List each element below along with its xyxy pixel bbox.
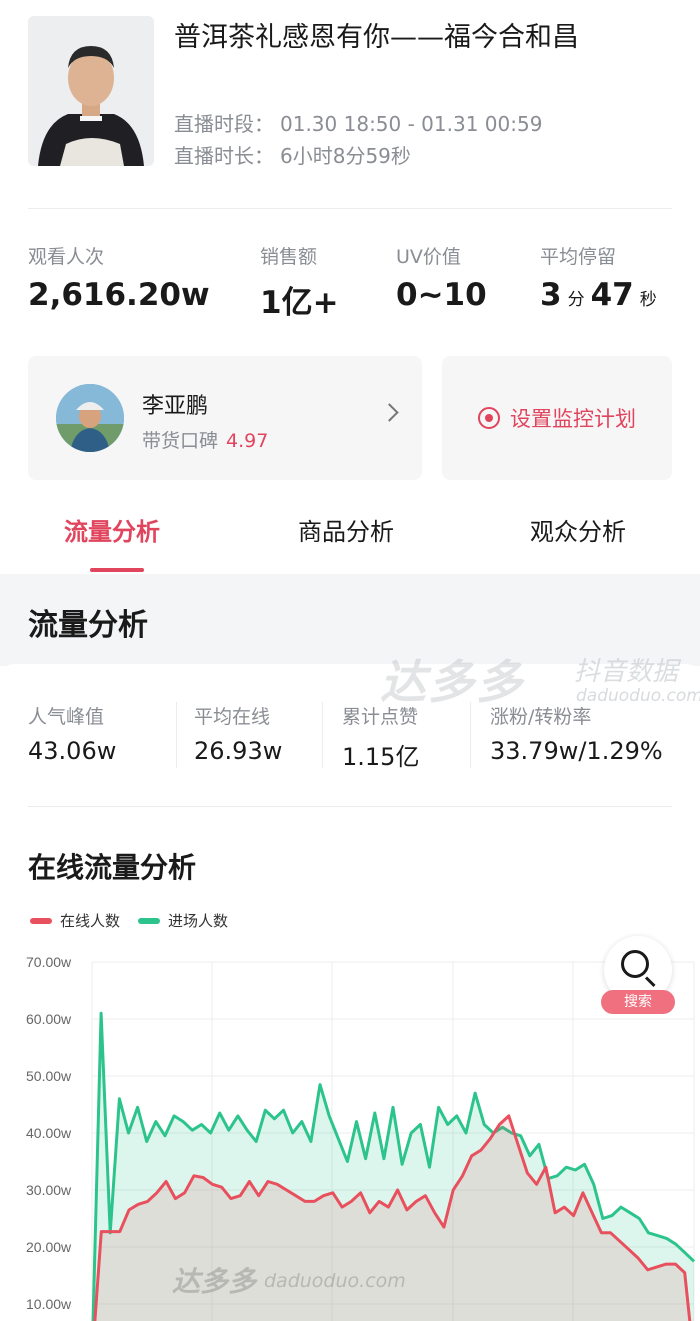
traffic-stat-value: 33.79w/1.29% [490, 737, 663, 765]
legend-online[interactable]: 在线人数 [30, 910, 120, 931]
divider [176, 702, 177, 768]
traffic-stat-peak: 人气峰值 43.06w [28, 702, 116, 765]
section-title: 流量分析 [28, 608, 148, 643]
stat-label: 平均停留 [540, 246, 617, 268]
y-tick-label: 40.00w [26, 1125, 72, 1141]
traffic-stat-label: 累计点赞 [342, 706, 419, 728]
stat-views: 观看人次 2,616.20w [28, 242, 210, 313]
stat-value: 3 分 47 秒 [540, 277, 663, 313]
rating-score: 4.97 [226, 430, 269, 452]
search-badge[interactable]: 搜索 [601, 990, 675, 1014]
set-monitor-plan-button[interactable]: 设置监控计划 [442, 356, 672, 480]
stat-value: 0~10 [396, 277, 487, 313]
stay-minutes: 3 [540, 277, 562, 313]
live-title: 普洱茶礼感恩有你——福今合和昌 [174, 22, 579, 53]
stat-avg-stay: 平均停留 3 分 47 秒 [540, 242, 663, 313]
traffic-stat-label: 平均在线 [194, 706, 271, 728]
live-stats: 观看人次 2,616.20w 销售额 1亿+ UV价值 0~10 平均停留 3分… [0, 242, 700, 322]
search-icon-handle [644, 976, 656, 988]
anchor-card[interactable]: 李亚鹏 带货口碑 4.97 [28, 356, 422, 480]
chart-legend: 在线人数 进场人数 [30, 910, 246, 931]
divider [470, 702, 471, 768]
live-header: 普洱茶礼感恩有你——福今合和昌 直播时段： 01.30 18:50 - 01.31… [0, 0, 700, 208]
rating-label: 带货口碑 [142, 430, 219, 452]
tab-audience[interactable]: 观众分析 [530, 512, 626, 547]
legend-swatch-online [30, 917, 52, 924]
y-tick-label: 20.00w [26, 1239, 72, 1255]
active-tab-indicator [90, 568, 144, 572]
minutes-unit: 分 [567, 290, 585, 310]
host-avatar[interactable] [28, 16, 154, 166]
time-range-value: 01.30 18:50 - 01.31 00:59 [280, 112, 543, 136]
traffic-stat-likes: 累计点赞 1.15亿 [342, 702, 419, 772]
online-traffic-chart[interactable]: 10.00w 20.00w 30.00w 40.00w 50.00w 60.00w 70.0… [0, 940, 700, 1321]
duration-label: 直播时长： [174, 144, 274, 168]
traffic-stat-value: 1.15亿 [342, 743, 420, 771]
traffic-stat-avg-online: 平均在线 26.93w [194, 702, 282, 765]
y-tick-label: 10.00w [26, 1296, 72, 1312]
stat-sales: 销售额 1亿+ [260, 242, 339, 322]
stat-value: 1亿+ [260, 285, 339, 321]
y-tick-label: 60.00w [26, 1011, 72, 1027]
y-tick-label: 50.00w [26, 1068, 72, 1084]
watermark-logo: 达多多 [172, 1265, 257, 1298]
watermark-subtitle: 抖音数据 [574, 657, 679, 687]
stat-value: 2,616.20w [28, 277, 210, 313]
chart-title: 在线流量分析 [28, 851, 197, 884]
tab-products[interactable]: 商品分析 [298, 512, 394, 547]
stat-label: 观看人次 [28, 246, 105, 268]
tab-traffic[interactable]: 流量分析 [64, 512, 160, 547]
divider [28, 208, 672, 209]
analysis-tabs: 流量分析 商品分析 观众分析 [0, 506, 700, 574]
traffic-stat-followers: 涨粉/转粉率 33.79w/1.29% [490, 702, 663, 765]
legend-label: 在线人数 [60, 912, 121, 930]
stat-label: 销售额 [260, 246, 318, 268]
anchor-name: 李亚鹏 [142, 394, 209, 419]
anchor-rating: 带货口碑 4.97 [142, 426, 268, 453]
duration: 直播时长： 6小时8分59秒 [174, 140, 411, 169]
divider [322, 702, 323, 768]
time-range-label: 直播时段： [174, 112, 274, 136]
traffic-stat-value: 43.06w [28, 737, 117, 765]
seconds-unit: 秒 [639, 290, 657, 310]
watermark-url: daduoduo.com [264, 1270, 406, 1292]
traffic-stat-label: 涨粉/转粉率 [490, 706, 592, 728]
legend-swatch-entry [138, 917, 161, 924]
traffic-stat-label: 人气峰值 [28, 706, 105, 728]
stat-uv: UV价值 0~10 [396, 242, 487, 313]
time-range: 直播时段： 01.30 18:50 - 01.31 00:59 [174, 108, 542, 137]
stay-seconds: 47 [590, 277, 634, 313]
monitor-button-label: 设置监控计划 [510, 407, 636, 431]
anchor-avatar [56, 384, 124, 452]
legend-entry[interactable]: 进场人数 [138, 910, 228, 931]
target-icon [478, 407, 500, 429]
divider [28, 806, 672, 807]
y-tick-label: 30.00w [26, 1182, 72, 1198]
duration-value: 6小时8分59秒 [280, 144, 411, 168]
traffic-stat-value: 26.93w [194, 737, 283, 765]
y-tick-label: 70.00w [26, 954, 72, 970]
search-icon [621, 950, 649, 978]
chevron-right-icon [380, 403, 399, 422]
legend-label: 进场人数 [168, 912, 229, 930]
stat-label: UV价值 [396, 246, 461, 268]
